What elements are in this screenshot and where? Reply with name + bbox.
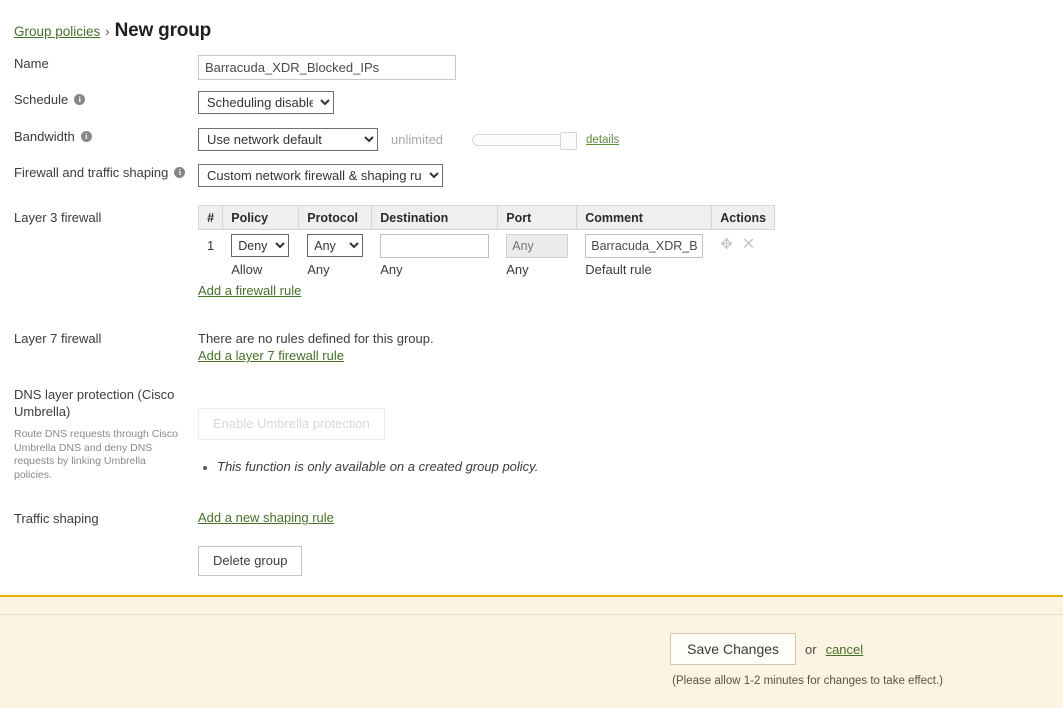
breadcrumb-separator: › [105,24,110,39]
rule-comment-cell [577,230,712,258]
default-rule-policy: Allow [231,262,263,277]
bandwidth-controls: Use network default unlimited details [198,128,1063,151]
row-traffic-shaping: Traffic shaping Add a new shaping rule D… [0,510,1063,576]
label-schedule-text: Schedule [14,92,69,107]
rule-number: 1 [207,238,215,253]
row-firewall-shaping: Firewall and traffic shaping i Custom ne… [0,164,1063,205]
rule-protocol-cell: Any [299,230,372,259]
default-rule-destination: Any [380,262,403,277]
dns-note: This function is only available on a cre… [198,459,1063,474]
schedule-select[interactable]: Scheduling disabled [198,91,334,114]
label-name: Name [14,56,49,71]
default-rule-port: Any [506,262,529,277]
footer-note: (Please allow 1-2 minutes for changes to… [672,675,943,687]
col-header-policy: Policy [222,205,300,230]
breadcrumb: Group policies › New group [14,20,211,42]
default-rule-comment: Default rule [585,262,652,277]
label-firewall-shaping-text: Firewall and traffic shaping [14,165,169,180]
table-header-row: # Policy Protocol Destination Port Comme… [197,205,776,230]
label-traffic-shaping: Traffic shaping [14,511,99,526]
or-text: or [805,641,817,657]
move-handle-icon[interactable]: ✥ [720,237,733,252]
col-header-comment: Comment [576,205,713,230]
rule-actions-cell: ✥ ✕ [712,230,775,259]
bandwidth-limit-text: unlimited [391,132,444,147]
add-layer7-rule-link[interactable]: Add a layer 7 firewall rule [198,348,344,363]
label-firewall-shaping: Firewall and traffic shaping i [14,164,190,181]
layer7-empty-text: There are no rules defined for this grou… [198,331,434,346]
default-rule-protocol: Any [307,262,330,277]
footer-bar: Save Changes or cancel (Please allow 1-2… [0,595,1063,708]
dns-description: Route DNS requests through Cisco Umbrell… [14,428,178,481]
name-input[interactable] [198,55,456,80]
table-row: 1 Deny Any Any Barracuda_XDR_Blocked_IPs… [199,230,775,259]
enable-umbrella-button: Enable Umbrella protection [198,408,385,440]
bandwidth-slider-handle[interactable] [560,131,578,150]
col-header-num: # [197,205,224,230]
footer-actions: Save Changes or cancel (Please allow 1-2… [670,633,943,687]
col-header-protocol: Protocol [298,205,373,230]
label-schedule: Schedule i [14,91,190,108]
row-bandwidth: Bandwidth i Use network default unlimite… [0,128,1063,164]
bandwidth-slider[interactable] [472,131,578,150]
rule-destination-input[interactable] [380,234,490,258]
row-dns-protection: DNS layer protection (Cisco Umbrella) Ro… [0,386,1063,508]
page-title: New group [114,20,212,41]
rule-port-cell [498,230,577,258]
table-row-default: Allow Any Any Any Default rule [199,258,775,277]
bandwidth-select[interactable]: Use network default [198,128,378,151]
firewall-shaping-select[interactable]: Custom network firewall & shaping rules [198,164,443,187]
info-icon-firewall-shaping[interactable]: i [174,167,186,178]
group-policy-form: Name Schedule i Scheduling disabled Band… [0,55,1063,576]
row-layer7-firewall: Layer 7 firewall There are no rules defi… [0,330,1063,386]
default-rule-actions [712,258,775,277]
row-name: Name [0,55,1063,91]
close-icon[interactable]: ✕ [742,237,755,253]
rule-comment-input[interactable] [585,234,704,258]
col-header-actions: Actions [711,205,776,230]
layer3-firewall-table: # Policy Protocol Destination Port Comme… [197,205,776,277]
info-icon-schedule[interactable]: i [74,94,86,105]
label-layer7-firewall: Layer 7 firewall [14,331,102,346]
col-header-port: Port [497,205,578,230]
col-header-destination: Destination [371,205,499,230]
breadcrumb-group-policies-link[interactable]: Group policies [14,24,100,39]
delete-group-button[interactable]: Delete group [198,546,303,576]
rule-protocol-select[interactable]: Any [307,234,364,257]
label-bandwidth: Bandwidth i [14,128,190,145]
add-firewall-rule-link[interactable]: Add a firewall rule [198,283,301,298]
field-name [198,55,1063,80]
save-row: Save Changes or cancel [670,633,863,665]
add-shaping-rule-link[interactable]: Add a new shaping rule [198,510,334,525]
label-dns-protection: DNS layer protection (Cisco Umbrella) [14,387,175,419]
label-layer3-firewall: Layer 3 firewall [14,210,102,225]
rule-actions: ✥ ✕ [720,237,766,253]
row-layer3-firewall: Layer 3 firewall # Policy Protocol Desti… [0,205,1063,308]
default-rule-number [199,258,223,277]
info-icon-bandwidth[interactable]: i [80,131,92,142]
rule-destination-cell [372,230,498,258]
rule-policy-cell: Deny [223,230,299,259]
rule-policy-select[interactable]: Deny [231,234,290,257]
label-bandwidth-text: Bandwidth [14,129,75,144]
rule-port-input [506,234,569,258]
bandwidth-details-link[interactable]: details [586,134,619,146]
row-schedule: Schedule i Scheduling disabled [0,91,1063,128]
cancel-link[interactable]: cancel [826,642,864,657]
save-changes-button[interactable]: Save Changes [670,633,797,665]
footer-divider [0,614,1063,615]
